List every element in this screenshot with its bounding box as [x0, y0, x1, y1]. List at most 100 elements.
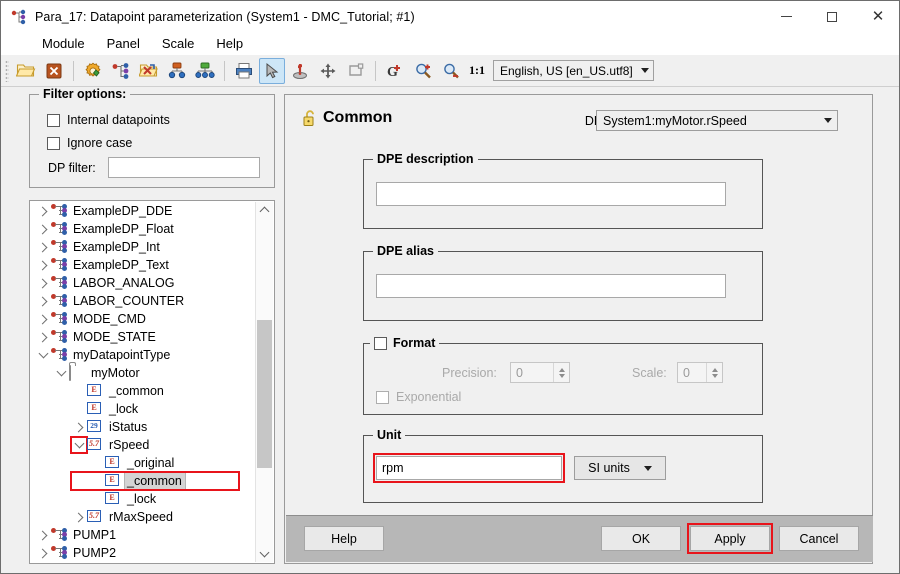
- window-title: Para_17: Datapoint parameterization (Sys…: [35, 9, 415, 24]
- dp-filter-input[interactable]: [108, 157, 260, 178]
- tree-expander[interactable]: [35, 311, 51, 327]
- precision-stepper[interactable]: 0: [510, 362, 570, 383]
- format-legend-row[interactable]: Format: [370, 336, 440, 350]
- close-panel-icon[interactable]: [41, 58, 67, 84]
- open-folder-icon[interactable]: [13, 58, 39, 84]
- tree-node[interactable]: 5.7 rSpeed: [31, 436, 257, 454]
- close-button[interactable]: ✕: [855, 1, 899, 32]
- dpe-alias-group: DPE alias: [363, 244, 763, 321]
- menu-help[interactable]: Help: [205, 34, 254, 53]
- tree-expander[interactable]: [35, 293, 51, 309]
- tree-node[interactable]: MODE_STATE: [31, 328, 257, 346]
- menu-scale[interactable]: Scale: [151, 34, 206, 53]
- dpe-dropdown[interactable]: System1:myMotor.rSpeed: [596, 110, 838, 131]
- tree-node[interactable]: ExampleDP_Float: [31, 220, 257, 238]
- tree-expander: [71, 383, 87, 399]
- scroll-down-icon[interactable]: [256, 546, 273, 562]
- scale-stepper[interactable]: 0: [677, 362, 723, 383]
- node-hierarchy-red-icon[interactable]: [164, 58, 190, 84]
- zoom-ratio-label: 1:1: [469, 63, 485, 77]
- menu-module[interactable]: Module: [31, 34, 96, 53]
- datapoint-tree-items: ExampleDP_DDE ExampleDP_Float ExampleDP_In…: [31, 202, 257, 562]
- scale-spin-buttons[interactable]: [706, 363, 722, 382]
- tree-expander[interactable]: [71, 509, 87, 525]
- move-icon[interactable]: [315, 58, 341, 84]
- tree-node[interactable]: LABOR_COUNTER: [31, 292, 257, 310]
- ok-button[interactable]: OK: [601, 526, 681, 551]
- minimize-button[interactable]: [763, 1, 809, 32]
- apply-button[interactable]: Apply: [687, 523, 773, 554]
- tree-node[interactable]: E _original: [31, 454, 257, 472]
- help-button[interactable]: Help: [304, 526, 384, 551]
- tree-node[interactable]: myMotor: [31, 364, 257, 382]
- menu-panel[interactable]: Panel: [96, 34, 151, 53]
- chevron-down-icon: [640, 68, 649, 73]
- tree-expander[interactable]: [35, 527, 51, 543]
- datapoint-tree[interactable]: ExampleDP_DDE ExampleDP_Float ExampleDP_In…: [29, 200, 275, 564]
- zoom-out-icon[interactable]: [438, 58, 464, 84]
- tree-expander[interactable]: [53, 365, 69, 381]
- rectangle-select-icon[interactable]: [343, 58, 369, 84]
- dpe-description-group: DPE description: [363, 152, 763, 229]
- cancel-button[interactable]: Cancel: [779, 526, 859, 551]
- zoom-in-icon[interactable]: [410, 58, 436, 84]
- tree-node[interactable]: E _lock: [31, 400, 257, 418]
- tree-node[interactable]: E _common: [31, 382, 257, 400]
- window-controls: ✕: [763, 1, 899, 32]
- alert-handling-icon[interactable]: [287, 58, 313, 84]
- tree-node[interactable]: MODE_CMD: [31, 310, 257, 328]
- tree-node-label: _common: [109, 384, 164, 398]
- scroll-up-icon[interactable]: [256, 202, 273, 218]
- tree-node[interactable]: PUMP1: [31, 526, 257, 544]
- format-group: Format Precision: 0 Scale: 0 Exponential: [363, 336, 763, 415]
- tree-node[interactable]: E _lock: [31, 490, 257, 508]
- settings-gear-icon[interactable]: [80, 58, 106, 84]
- dpe-alias-input[interactable]: [376, 274, 726, 298]
- tree-expander[interactable]: [35, 347, 51, 363]
- ignore-case-checkbox[interactable]: [47, 136, 60, 150]
- tree-node[interactable]: LABOR_ANALOG: [31, 274, 257, 292]
- tree-node[interactable]: PUMP2: [31, 544, 257, 562]
- maximize-button[interactable]: [809, 1, 855, 32]
- tree-expander[interactable]: [71, 419, 87, 435]
- exponential-checkbox[interactable]: [376, 390, 389, 404]
- tree-expander[interactable]: [35, 329, 51, 345]
- precision-spin-buttons[interactable]: [553, 363, 569, 382]
- tree-expander[interactable]: [35, 203, 51, 219]
- datapoint-tree-icon[interactable]: [108, 58, 134, 84]
- dpe-description-input[interactable]: [376, 182, 726, 206]
- format-checkbox[interactable]: [374, 336, 387, 350]
- tree-expander[interactable]: [35, 545, 51, 561]
- tree-node[interactable]: ExampleDP_DDE: [31, 202, 257, 220]
- tree-expander[interactable]: [35, 257, 51, 273]
- tree-scrollbar[interactable]: [255, 202, 273, 562]
- tree-expander[interactable]: [35, 239, 51, 255]
- internal-datapoints-row[interactable]: Internal datapoints: [47, 113, 170, 127]
- internal-datapoints-checkbox[interactable]: [47, 113, 60, 127]
- select-cursor-icon[interactable]: [259, 57, 285, 84]
- tree-expander[interactable]: [35, 275, 51, 291]
- unit-input[interactable]: [373, 453, 565, 483]
- print-icon[interactable]: [231, 58, 257, 84]
- tree-node[interactable]: ExampleDP_Int: [31, 238, 257, 256]
- tree-node[interactable]: ExampleDP_Text: [31, 256, 257, 274]
- g-add-icon[interactable]: G: [382, 58, 408, 84]
- unit-legend: Unit: [373, 428, 406, 442]
- dptype-icon: [51, 330, 68, 344]
- tree-node[interactable]: 5.7 rMaxSpeed: [31, 508, 257, 526]
- folder-delete-icon[interactable]: [136, 58, 162, 84]
- ignore-case-row[interactable]: Ignore case: [47, 136, 132, 150]
- toolbar-grip[interactable]: [5, 59, 9, 82]
- tree-node[interactable]: myDatapointType: [31, 346, 257, 364]
- si-units-dropdown[interactable]: SI units: [574, 456, 666, 480]
- tree-node[interactable]: E _common: [70, 471, 240, 491]
- tree-expander[interactable]: [35, 221, 51, 237]
- locale-dropdown[interactable]: English, US [en_US.utf8]: [493, 60, 654, 81]
- tree-node[interactable]: 29 iStatus: [31, 418, 257, 436]
- tree-expander[interactable]: [71, 437, 87, 453]
- dptype-icon: [51, 240, 68, 254]
- scrollbar-thumb[interactable]: [257, 320, 272, 468]
- node-hierarchy-green-icon[interactable]: [192, 58, 218, 84]
- tree-node-label: _lock: [109, 402, 139, 416]
- exponential-row[interactable]: Exponential: [376, 390, 461, 404]
